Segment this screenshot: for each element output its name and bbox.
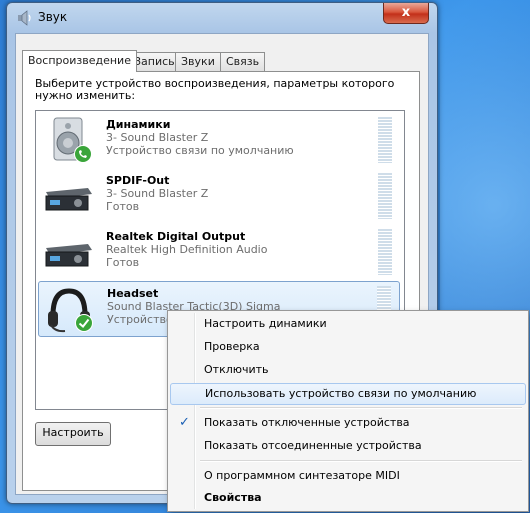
- device-name: Headset: [107, 287, 159, 300]
- menu-separator: [200, 460, 522, 462]
- tab-communications[interactable]: Связь: [220, 52, 266, 71]
- tab-playback[interactable]: Воспроизведение: [22, 50, 137, 72]
- menu-item-test[interactable]: Проверка: [170, 336, 524, 358]
- device-name: Динамики: [106, 118, 171, 131]
- device-adapter: Realtek High Definition Audio: [106, 243, 268, 256]
- device-name: Realtek Digital Output: [106, 230, 246, 243]
- menu-item-set-default-communication[interactable]: Использовать устройство связи по умолчан…: [170, 383, 526, 405]
- device-status: Устройство связи по умолчанию: [106, 144, 294, 157]
- receiver-icon: [45, 188, 92, 211]
- tab-sounds[interactable]: Звуки: [175, 52, 221, 71]
- device-item-speakers[interactable]: Динамики 3- Sound Blaster Z Устройство с…: [38, 113, 400, 167]
- menu-item-midi-about[interactable]: О программном синтезаторе MIDI: [170, 465, 524, 487]
- device-adapter: 3- Sound Blaster Z: [106, 187, 209, 200]
- volume-meter: [378, 117, 392, 163]
- menu-item-label: Показать отсоединенные устройства: [204, 439, 422, 452]
- device-item-spdif[interactable]: SPDIF-Out 3- Sound Blaster Z Готов: [38, 169, 400, 223]
- menu-item-show-disabled[interactable]: ✓ Показать отключенные устройства: [170, 412, 524, 434]
- window-title: Звук: [38, 10, 68, 24]
- check-badge-icon: [75, 314, 93, 332]
- menu-item-label: Свойства: [204, 491, 262, 504]
- speaker-title-icon: [18, 10, 31, 26]
- check-icon: ✓: [179, 415, 190, 430]
- configure-button[interactable]: Настроить: [35, 422, 111, 446]
- menu-item-configure-speakers[interactable]: Настроить динамики: [170, 313, 524, 335]
- menu-item-properties[interactable]: Свойства: [170, 487, 524, 509]
- title-bar[interactable]: Звук x: [7, 3, 437, 31]
- device-name: SPDIF-Out: [106, 174, 170, 187]
- device-item-realtek-digital[interactable]: Realtek Digital Output Realtek High Defi…: [38, 225, 400, 279]
- device-status: Устройство: [107, 313, 173, 326]
- volume-meter: [378, 229, 392, 275]
- device-status: Готов: [106, 256, 140, 269]
- menu-item-label: Использовать устройство связи по умолчан…: [205, 387, 477, 400]
- menu-item-label: Отключить: [204, 363, 269, 376]
- menu-item-show-disconnected[interactable]: Показать отсоединенные устройства: [170, 435, 524, 457]
- context-menu: Настроить динамики Проверка Отключить Ис…: [167, 310, 529, 512]
- menu-item-label: О программном синтезаторе MIDI: [204, 469, 400, 482]
- menu-item-disable[interactable]: Отключить: [170, 359, 524, 381]
- instruction-text: Выберите устройство воспроизведения, пар…: [35, 77, 395, 102]
- volume-meter: [378, 173, 392, 219]
- receiver-icon: [45, 244, 92, 267]
- menu-item-label: Показать отключенные устройства: [204, 416, 410, 429]
- device-status: Готов: [106, 200, 140, 213]
- phone-badge-icon: [74, 145, 92, 163]
- menu-item-label: Проверка: [204, 340, 260, 353]
- close-button[interactable]: x: [383, 3, 429, 24]
- device-adapter: 3- Sound Blaster Z: [106, 131, 209, 144]
- menu-item-label: Настроить динамики: [204, 317, 327, 330]
- menu-separator: [200, 407, 522, 409]
